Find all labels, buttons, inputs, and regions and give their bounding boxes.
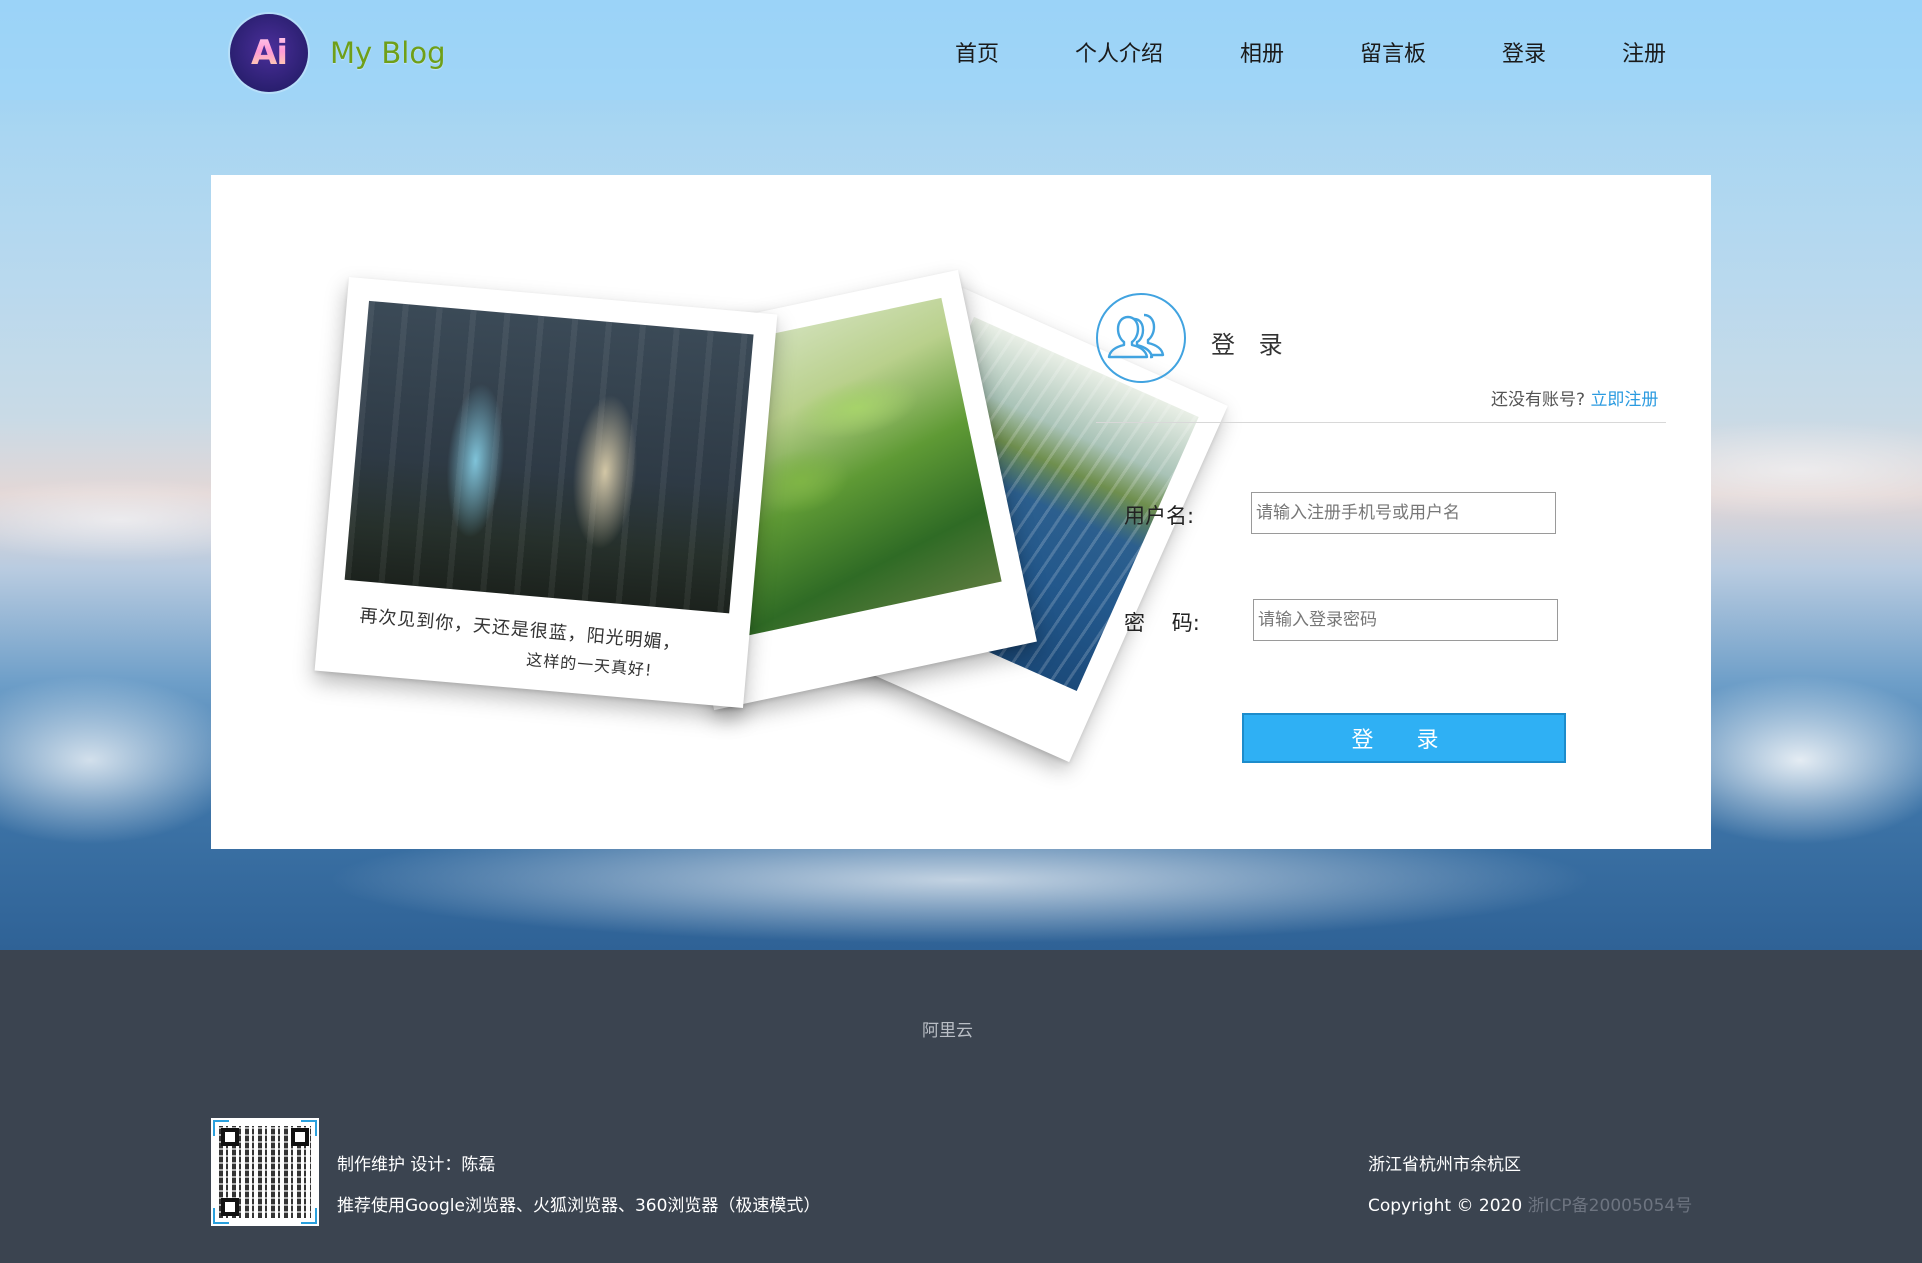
nav-login[interactable]: 登录 (1502, 36, 1546, 68)
nav-album[interactable]: 相册 (1240, 36, 1284, 68)
login-card: 再次见到你，天还是很蓝，阳光明媚， 这样的一天真好! 登 录 还没有账号? 立即… (211, 175, 1711, 849)
divider (1096, 422, 1666, 423)
nav-about[interactable]: 个人介绍 (1075, 36, 1163, 68)
icp-link[interactable]: 浙ICP备20005054号 (1528, 1196, 1693, 1216)
login-heading: 登 录 (1211, 331, 1291, 359)
photo-children: 再次见到你，天还是很蓝，阳光明媚， 这样的一天真好! (314, 277, 778, 708)
aliyun-link[interactable]: 阿里云 (922, 1016, 973, 1041)
username-input[interactable] (1251, 492, 1556, 534)
site-name[interactable]: My Blog (330, 36, 446, 70)
qr-corner (213, 1208, 229, 1224)
qr-corner (301, 1208, 317, 1224)
password-label: 密 码: (1124, 611, 1200, 635)
register-now-link[interactable]: 立即注册 (1590, 390, 1658, 410)
qr-code (211, 1118, 319, 1226)
site-logo[interactable]: Ai (230, 14, 308, 92)
no-account-text: 还没有账号? (1491, 390, 1586, 410)
photo-caption-line1: 再次见到你，天还是很蓝，阳光明媚， (358, 605, 683, 655)
qr-corner (213, 1120, 229, 1136)
password-input[interactable] (1253, 599, 1558, 641)
qr-corner (301, 1120, 317, 1136)
footer: 阿里云 制作维护 设计：陈磊 推荐使用Google浏览器、火狐浏览器、360浏览… (0, 950, 1922, 1263)
nav-home[interactable]: 首页 (955, 36, 999, 68)
user-icon (1096, 293, 1186, 383)
location-text: 浙江省杭州市余杭区 (1368, 1155, 1521, 1175)
browser-tip-text: 推荐使用Google浏览器、火狐浏览器、360浏览器（极速模式） (337, 1196, 821, 1216)
top-navbar: Ai My Blog 首页 个人介绍 相册 留言板 登录 注册 (0, 0, 1922, 100)
copyright-line: Copyright © 2020 浙ICP备20005054号 (1368, 1191, 1692, 1216)
login-button[interactable]: 登 录 (1242, 713, 1566, 763)
logo-text: Ai (251, 33, 288, 73)
nav-guestbook[interactable]: 留言板 (1360, 36, 1426, 68)
children-image (344, 300, 754, 614)
copyright-text: Copyright © 2020 (1368, 1196, 1523, 1216)
register-prompt: 还没有账号? 立即注册 (1491, 385, 1658, 410)
maintainer-text: 制作维护 设计：陈磊 (337, 1155, 496, 1175)
nav-register[interactable]: 注册 (1622, 36, 1666, 68)
username-label: 用户名: (1124, 504, 1195, 528)
